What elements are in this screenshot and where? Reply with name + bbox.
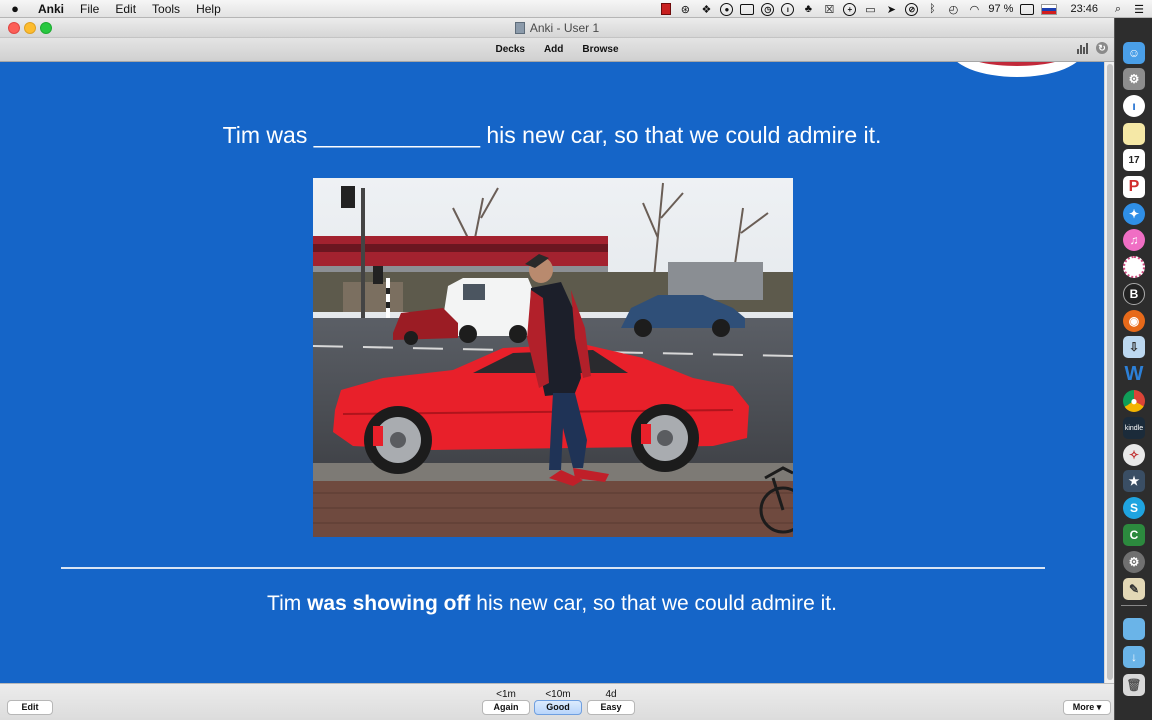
card-answer: Tim was showing off his new car, so that… (0, 592, 1104, 616)
notification-center-icon[interactable]: ☰ (1132, 3, 1146, 16)
add-link[interactable]: Add (544, 44, 563, 55)
anki-document-icon (514, 21, 525, 34)
calendar-x-icon[interactable]: ☒ (822, 3, 836, 16)
edit-button[interactable]: Edit (7, 700, 53, 715)
compass-icon[interactable]: ✧ (1123, 444, 1145, 466)
notebook-icon[interactable] (661, 3, 672, 15)
answer-highlight: was showing off (307, 592, 471, 615)
itunes-icon[interactable]: ♫ (1123, 229, 1145, 251)
folder-icon[interactable] (1123, 618, 1145, 640)
b-app-icon[interactable]: B (1123, 283, 1145, 305)
again-button[interactable]: Again (482, 700, 530, 715)
camtasia-icon[interactable]: C (1123, 524, 1145, 546)
skype-icon[interactable]: S (1123, 497, 1145, 519)
vertical-scrollbar[interactable] (1104, 62, 1114, 683)
app-circle-icon[interactable]: ● (720, 2, 734, 16)
window-icon[interactable] (740, 3, 755, 15)
decks-link[interactable]: Decks (495, 44, 524, 55)
dropbox-icon[interactable]: ❖ (699, 3, 713, 16)
maximize-window-button[interactable] (40, 22, 52, 34)
spotlight-search-icon[interactable]: ⌕ (1111, 3, 1125, 16)
menu-bar: ● Anki File Edit Tools Help ⊛ ❖ ● ◷ ı ♣ … (0, 0, 1152, 18)
chrome-icon[interactable]: ● (1123, 390, 1145, 412)
russian-flag-icon[interactable] (1041, 3, 1058, 15)
dotted-app-icon[interactable] (1123, 256, 1145, 278)
downloads-folder-icon[interactable]: ↓ (1123, 646, 1145, 668)
preview-icon[interactable]: ⇩ (1123, 336, 1145, 358)
status-menus: ⊛ ❖ ● ◷ ı ♣ ☒ + ▭ ➤ ⊘ ᛒ ◴ ◠ 97 % 23:46 ⌕… (661, 0, 1146, 18)
wifi-sync-icon[interactable]: ⊛ (678, 3, 692, 16)
script-editor-icon[interactable]: ✎ (1123, 578, 1145, 600)
menu-edit[interactable]: Edit (107, 0, 144, 18)
menu-help[interactable]: Help (188, 0, 229, 18)
plus-circle-icon[interactable]: + (843, 2, 857, 16)
card-photo (313, 178, 793, 537)
star-app-icon[interactable]: ★ (1123, 470, 1145, 492)
menu-file[interactable]: File (72, 0, 107, 18)
card-logo (950, 62, 1084, 77)
calendar-icon[interactable]: 17 (1123, 149, 1145, 171)
again-interval: <1m (496, 689, 516, 700)
browse-link[interactable]: Browse (582, 44, 618, 55)
screen: ● Anki File Edit Tools Help ⊛ ❖ ● ◷ ı ♣ … (0, 0, 1152, 720)
dock: ☺ ⚙ ı 17 P ✦ ♫ B ◉ ⇩ W ● kindle ✧ ★ S C … (1114, 18, 1152, 720)
send-icon[interactable]: ➤ (884, 3, 898, 16)
document-icon[interactable]: ▭ (863, 3, 877, 16)
easy-button[interactable]: Easy (587, 700, 635, 715)
timer-icon[interactable]: ◷ (761, 2, 775, 16)
clock[interactable]: 23:46 (1070, 3, 1098, 15)
answer-text-before: Tim (267, 592, 308, 615)
automator-icon[interactable]: ⚙ (1123, 68, 1145, 90)
menu-app[interactable]: Anki (30, 0, 72, 18)
onepassword-icon[interactable]: ı (781, 2, 795, 16)
safari-icon[interactable]: ✦ (1123, 203, 1145, 225)
more-button[interactable]: More ▾ (1063, 700, 1111, 715)
pdf-reader-icon[interactable]: P (1123, 176, 1145, 198)
window-title: Anki - User 1 (529, 20, 600, 35)
scrollbar-thumb[interactable] (1107, 64, 1113, 680)
minimize-window-button[interactable] (24, 22, 36, 34)
apple-menu-icon[interactable]: ● (0, 1, 30, 16)
kindle-icon[interactable]: kindle (1123, 417, 1145, 439)
card-question: Tim was _____________ his new car, so th… (222, 122, 882, 148)
word-icon[interactable]: W (1123, 363, 1145, 385)
main-toolbar: Decks Add Browse ↻ (0, 38, 1114, 62)
battery-icon[interactable] (1020, 3, 1035, 15)
stats-icon[interactable] (1077, 42, 1090, 54)
menu-tools[interactable]: Tools (144, 0, 188, 18)
notes-icon[interactable] (1123, 123, 1145, 145)
easy-interval: 4d (605, 689, 617, 700)
firefox-icon[interactable]: ◉ (1123, 310, 1145, 332)
wifi-icon[interactable]: ◠ (967, 3, 981, 16)
battery-percent[interactable]: 97 % (988, 3, 1013, 15)
answer-bar: Edit <1m Again <10m Good 4d Easy More ▾ (0, 683, 1114, 720)
evernote-icon[interactable]: ♣ (801, 3, 815, 16)
anki-window: Anki - User 1 Decks Add Browse ↻ Tim was… (0, 18, 1114, 720)
answer-divider (61, 567, 1045, 569)
good-button[interactable]: Good (534, 700, 582, 715)
good-interval: <10m (545, 689, 571, 700)
block-icon[interactable]: ⊘ (905, 2, 919, 16)
bluetooth-icon[interactable]: ᛒ (925, 3, 939, 16)
system-preferences-icon[interactable]: ⚙ (1123, 551, 1145, 573)
sync-icon[interactable]: ↻ (1096, 42, 1108, 54)
answer-text-after: his new car, so that we could admire it. (470, 592, 837, 615)
close-window-button[interactable] (8, 22, 20, 34)
trash-icon[interactable]: 🗑 (1123, 674, 1145, 696)
onepassword-dock-icon[interactable]: ı (1123, 95, 1145, 117)
card-view: Tim was _____________ his new car, so th… (0, 62, 1104, 683)
time-machine-icon[interactable]: ◴ (946, 3, 960, 16)
title-bar[interactable]: Anki - User 1 (0, 18, 1114, 38)
finder-icon[interactable]: ☺ (1123, 42, 1145, 64)
dock-separator (1121, 605, 1147, 606)
